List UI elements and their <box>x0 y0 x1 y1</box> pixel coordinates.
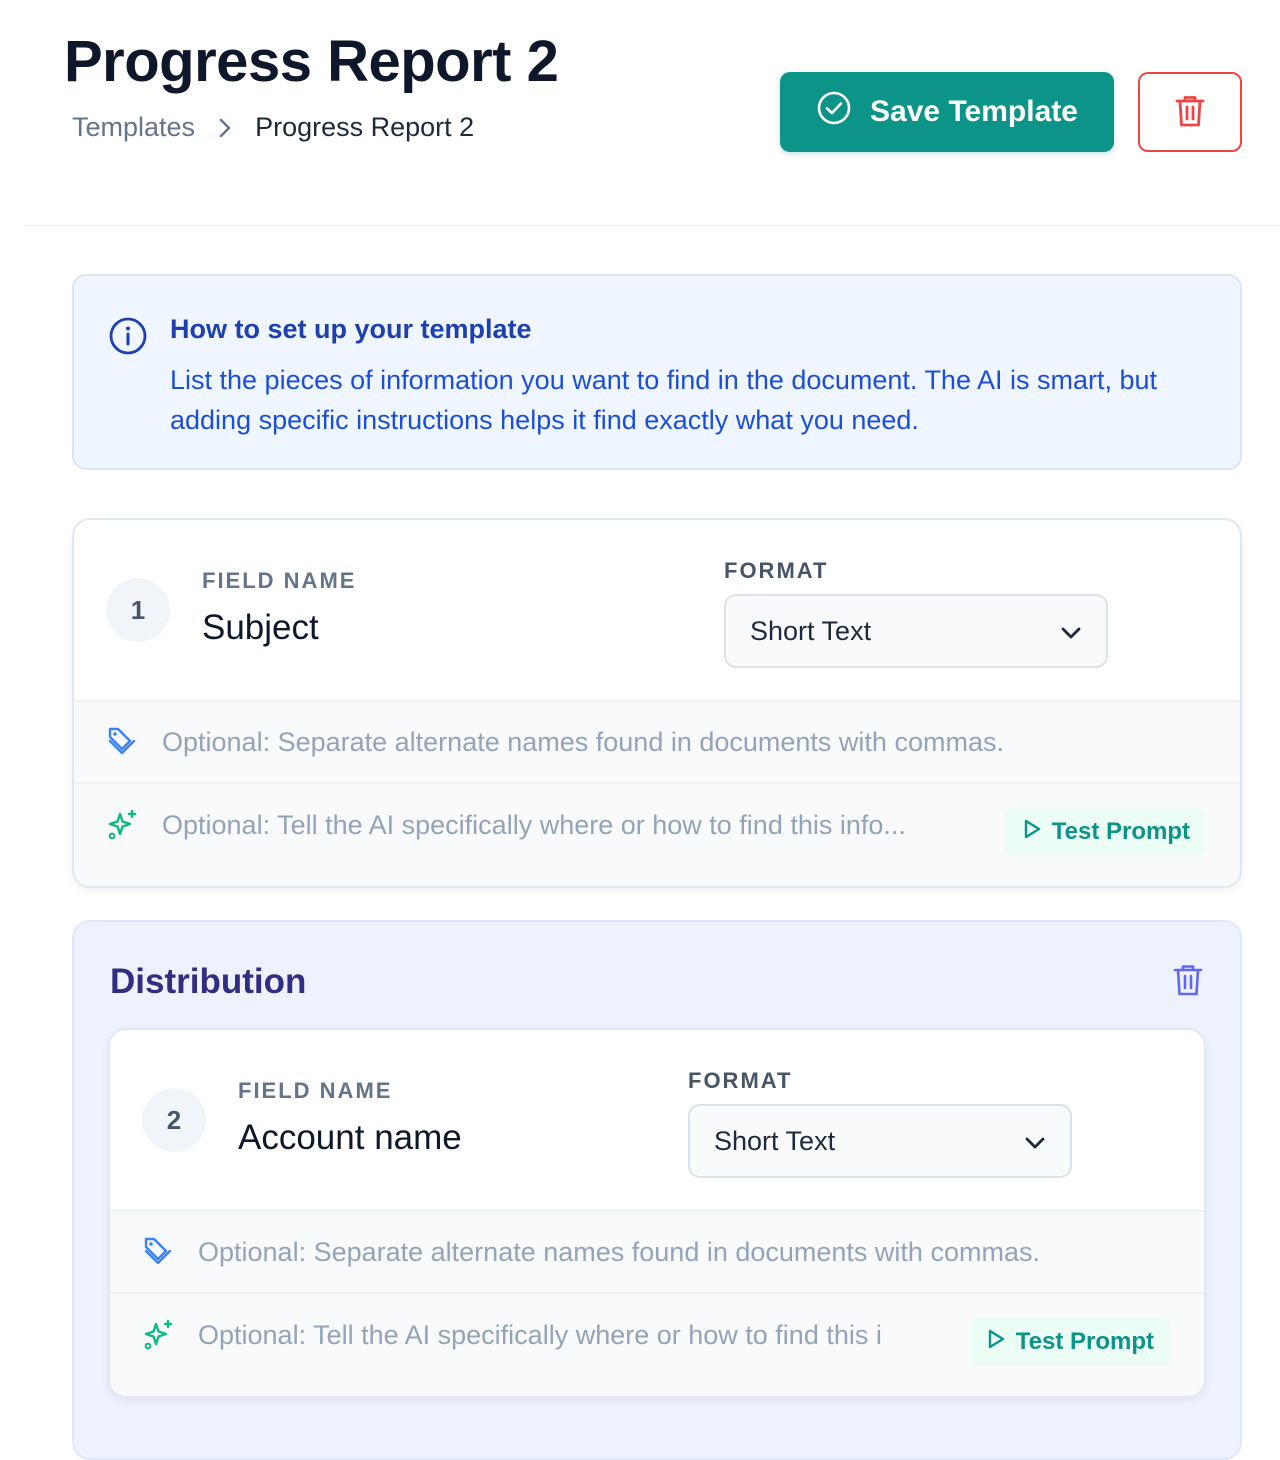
info-text: List the pieces of information you want … <box>170 365 1158 435</box>
tags-icon <box>106 725 140 759</box>
play-icon <box>986 1328 1006 1357</box>
field-name-label: FIELD NAME <box>238 1078 393 1103</box>
test-prompt-label: Test Prompt <box>1015 1328 1154 1355</box>
test-prompt-button[interactable]: Test Prompt <box>1005 808 1206 856</box>
prompt-row: Optional: Tell the AI specifically where… <box>110 1294 1204 1376</box>
setup-info-box: How to set up your template List the pie… <box>72 274 1242 470</box>
page-header: Progress Report 2 Templates Progress Rep… <box>24 0 1280 226</box>
field-number-badge: 2 <box>142 1088 206 1152</box>
format-label: FORMAT <box>688 1068 793 1093</box>
field-number-badge: 1 <box>106 578 170 642</box>
field-name-input[interactable]: Account name <box>238 1118 462 1158</box>
prompt-row: Optional: Tell the AI specifically where… <box>74 784 1240 866</box>
tags-icon <box>142 1235 176 1269</box>
format-label: FORMAT <box>724 558 829 583</box>
section-title: Distribution <box>110 962 307 1001</box>
prompt-input[interactable]: Optional: Tell the AI specifically where… <box>198 1320 946 1351</box>
sparkles-icon <box>142 1318 176 1352</box>
info-title: How to set up your template <box>170 314 532 344</box>
breadcrumb-current: Progress Report 2 <box>255 112 475 142</box>
field-name-label: FIELD NAME <box>202 568 357 593</box>
aliases-row: Optional: Separate alternate names found… <box>74 702 1240 784</box>
breadcrumb: Templates Progress Report 2 <box>72 112 474 143</box>
format-select[interactable]: Short Text <box>724 594 1108 668</box>
trash-icon <box>1174 93 1206 132</box>
check-circle-icon <box>816 90 852 134</box>
aliases-row: Optional: Separate alternate names found… <box>110 1212 1204 1294</box>
field-card: 2 FIELD NAME Account name FORMAT Short T… <box>108 1028 1206 1398</box>
test-prompt-label: Test Prompt <box>1051 818 1190 845</box>
chevron-down-icon <box>1024 1126 1046 1157</box>
save-template-button[interactable]: Save Template <box>780 72 1114 152</box>
chevron-down-icon <box>1060 616 1082 647</box>
breadcrumb-templates-link[interactable]: Templates <box>72 112 195 143</box>
save-template-label: Save Template <box>870 95 1078 128</box>
format-select[interactable]: Short Text <box>688 1104 1072 1178</box>
format-select-value: Short Text <box>750 615 872 646</box>
info-icon <box>108 316 148 361</box>
aliases-input[interactable]: Optional: Separate alternate names found… <box>162 727 1004 758</box>
test-prompt-button[interactable]: Test Prompt <box>969 1318 1170 1366</box>
sparkles-icon <box>106 808 140 842</box>
trash-icon[interactable] <box>1172 962 1204 1003</box>
format-select-value: Short Text <box>714 1125 836 1156</box>
field-name-input[interactable]: Subject <box>202 608 319 648</box>
page-title: Progress Report 2 <box>64 29 559 94</box>
aliases-input[interactable]: Optional: Separate alternate names found… <box>198 1237 1040 1268</box>
chevron-right-icon <box>195 117 255 139</box>
prompt-input[interactable]: Optional: Tell the AI specifically where… <box>162 810 982 841</box>
play-icon <box>1022 818 1042 847</box>
field-card: 1 FIELD NAME Subject FORMAT Short Text O… <box>72 518 1242 888</box>
delete-template-button[interactable] <box>1138 72 1242 152</box>
